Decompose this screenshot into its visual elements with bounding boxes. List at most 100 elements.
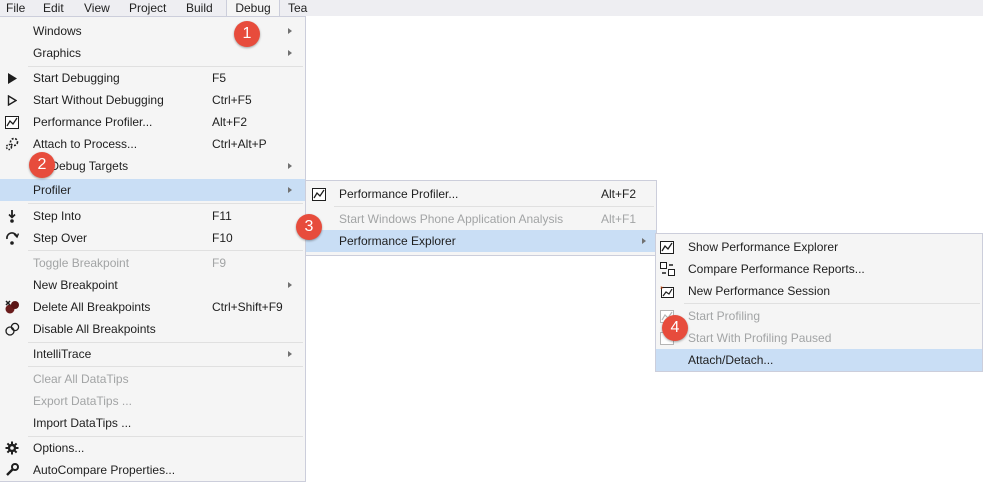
menu-item-label: IntelliTrace [33, 347, 92, 361]
menu-edit[interactable]: Edit [43, 0, 64, 16]
separator [28, 203, 303, 204]
menu-item-label: Show Performance Explorer [688, 240, 839, 254]
menu-item-new-performance-session[interactable]: * New Performance Session [656, 280, 982, 302]
menu-item-label: Clear All DataTips [33, 372, 129, 386]
callout-step-4: 4 [662, 315, 688, 341]
menu-item-label: Performance Profiler... [339, 187, 459, 201]
menu-item-shortcut: Ctrl+Alt+P [212, 137, 267, 151]
menu-team[interactable]: Tea [288, 0, 307, 16]
menu-item-shortcut: Ctrl+Shift+F9 [212, 300, 283, 314]
menu-item-label: Disable All Breakpoints [33, 322, 156, 336]
menu-view[interactable]: View [84, 0, 110, 16]
chevron-right-icon [288, 28, 292, 34]
menu-item-performance-profiler[interactable]: Performance Profiler... Alt+F2 [306, 183, 656, 205]
menu-item-shortcut: Alt+F2 [601, 187, 637, 201]
menu-item-shortcut: F10 [212, 231, 233, 245]
performance-explorer-submenu: Show Performance Explorer Compare Perfor… [655, 233, 983, 372]
menu-item-label: Export DataTips ... [33, 394, 132, 408]
menu-item-attach-detach[interactable]: Attach/Detach... [656, 349, 982, 371]
menu-item-performance-profiler[interactable]: Performance Profiler... Alt+F2 [0, 111, 305, 133]
menu-item-label: Delete All Breakpoints [33, 300, 151, 314]
menu-item-intellitrace[interactable]: IntelliTrace [0, 343, 305, 365]
menu-item-label: Options... [33, 441, 85, 455]
menu-item-label: Attach to Process... [33, 137, 138, 151]
performance-chart-icon [311, 186, 327, 202]
step-into-icon [4, 208, 20, 224]
gear-icon [4, 440, 20, 456]
new-session-icon: * [659, 283, 675, 299]
separator [28, 366, 303, 367]
menu-item-start-without-debugging[interactable]: Start Without Debugging Ctrl+F5 [0, 89, 305, 111]
menu-item-start-profiling[interactable]: Start Profiling [656, 305, 982, 327]
menu-item-graphics[interactable]: Graphics [0, 42, 305, 64]
play-outline-icon [4, 92, 20, 108]
chevron-right-icon [288, 50, 292, 56]
menu-item-shortcut: F11 [212, 209, 232, 223]
callout-step-3: 3 [296, 214, 322, 240]
menu-item-step-into[interactable]: Step Into F11 [0, 205, 305, 227]
menu-item-autocompare-properties[interactable]: AutoCompare Properties... [0, 459, 305, 481]
menu-item-shortcut: F5 [212, 71, 227, 85]
callout-step-2: 2 [29, 152, 55, 178]
menu-item-label: Performance Explorer [339, 234, 456, 248]
menu-bar: File Edit View Project Build Debug Tea [0, 0, 983, 17]
menu-item-import-datatips[interactable]: Import DataTips ... [0, 412, 305, 434]
menu-item-disable-all-breakpoints[interactable]: Disable All Breakpoints [0, 318, 305, 340]
menu-item-label: Step Into [33, 209, 82, 223]
svg-text:*: * [660, 285, 664, 293]
menu-item-label: Import DataTips ... [33, 416, 132, 430]
separator [334, 206, 654, 207]
menu-item-label: AutoCompare Properties... [33, 463, 176, 477]
menu-item-shortcut: Alt+F2 [212, 115, 248, 129]
menu-item-shortcut: Alt+F1 [601, 212, 637, 226]
menu-item-toggle-breakpoint[interactable]: Toggle Breakpoint F9 [0, 252, 305, 274]
menu-item-profiler[interactable]: Profiler [0, 179, 305, 201]
separator [684, 303, 980, 304]
menu-item-label: Performance Profiler... [33, 115, 153, 129]
wrench-icon [4, 462, 20, 478]
menu-item-label: Step Over [33, 231, 88, 245]
menu-item-label: New Performance Session [688, 284, 831, 298]
performance-chart-icon [4, 114, 20, 130]
play-icon [4, 70, 20, 86]
menu-item-label: Profiler [33, 183, 72, 197]
menu-item-label: Start Debugging [33, 71, 120, 85]
menu-item-clear-all-datatips[interactable]: Clear All DataTips [0, 368, 305, 390]
menu-item-start-windows-phone-analysis[interactable]: Start Windows Phone Application Analysis… [306, 208, 656, 230]
menu-item-label: Compare Performance Reports... [688, 262, 865, 276]
performance-explorer-icon [659, 239, 675, 255]
chevron-right-icon [288, 351, 292, 357]
menu-item-delete-all-breakpoints[interactable]: Delete All Breakpoints Ctrl+Shift+F9 [0, 296, 305, 318]
menu-item-label: Start Profiling [688, 309, 761, 323]
profiler-submenu: Performance Profiler... Alt+F2 Start Win… [305, 180, 657, 256]
menu-item-start-debugging[interactable]: Start Debugging F5 [0, 67, 305, 89]
menu-debug[interactable]: Debug [226, 0, 280, 17]
menu-item-new-breakpoint[interactable]: New Breakpoint [0, 274, 305, 296]
chevron-right-icon [642, 238, 646, 244]
chevron-right-icon [288, 282, 292, 288]
disable-breakpoints-icon [4, 321, 20, 337]
menu-build[interactable]: Build [186, 0, 213, 16]
menu-item-compare-performance-reports[interactable]: Compare Performance Reports... [656, 258, 982, 280]
menu-item-label: Windows [33, 24, 82, 38]
menu-project[interactable]: Project [129, 0, 166, 16]
callout-step-1: 1 [234, 21, 260, 47]
chevron-right-icon [288, 163, 292, 169]
chevron-right-icon [288, 187, 292, 193]
menu-item-options[interactable]: Options... [0, 437, 305, 459]
menu-item-export-datatips[interactable]: Export DataTips ... [0, 390, 305, 412]
menu-item-show-performance-explorer[interactable]: Show Performance Explorer [656, 236, 982, 258]
menu-item-label: New Breakpoint [33, 278, 118, 292]
menu-item-performance-explorer[interactable]: Performance Explorer [306, 230, 656, 252]
delete-breakpoints-icon [4, 299, 20, 315]
menu-item-label: Start With Profiling Paused [688, 331, 832, 345]
menu-item-start-with-profiling-paused[interactable]: Start With Profiling Paused [656, 327, 982, 349]
menu-item-label: Start Without Debugging [33, 93, 164, 107]
menu-item-label: Start Windows Phone Application Analysis [339, 212, 564, 226]
menu-item-label: r Debug Targets [43, 159, 129, 173]
menu-item-step-over[interactable]: Step Over F10 [0, 227, 305, 249]
menu-item-label: Toggle Breakpoint [33, 256, 130, 270]
attach-process-icon [4, 136, 20, 152]
menu-item-shortcut: F9 [212, 256, 227, 270]
menu-file[interactable]: File [6, 0, 25, 16]
